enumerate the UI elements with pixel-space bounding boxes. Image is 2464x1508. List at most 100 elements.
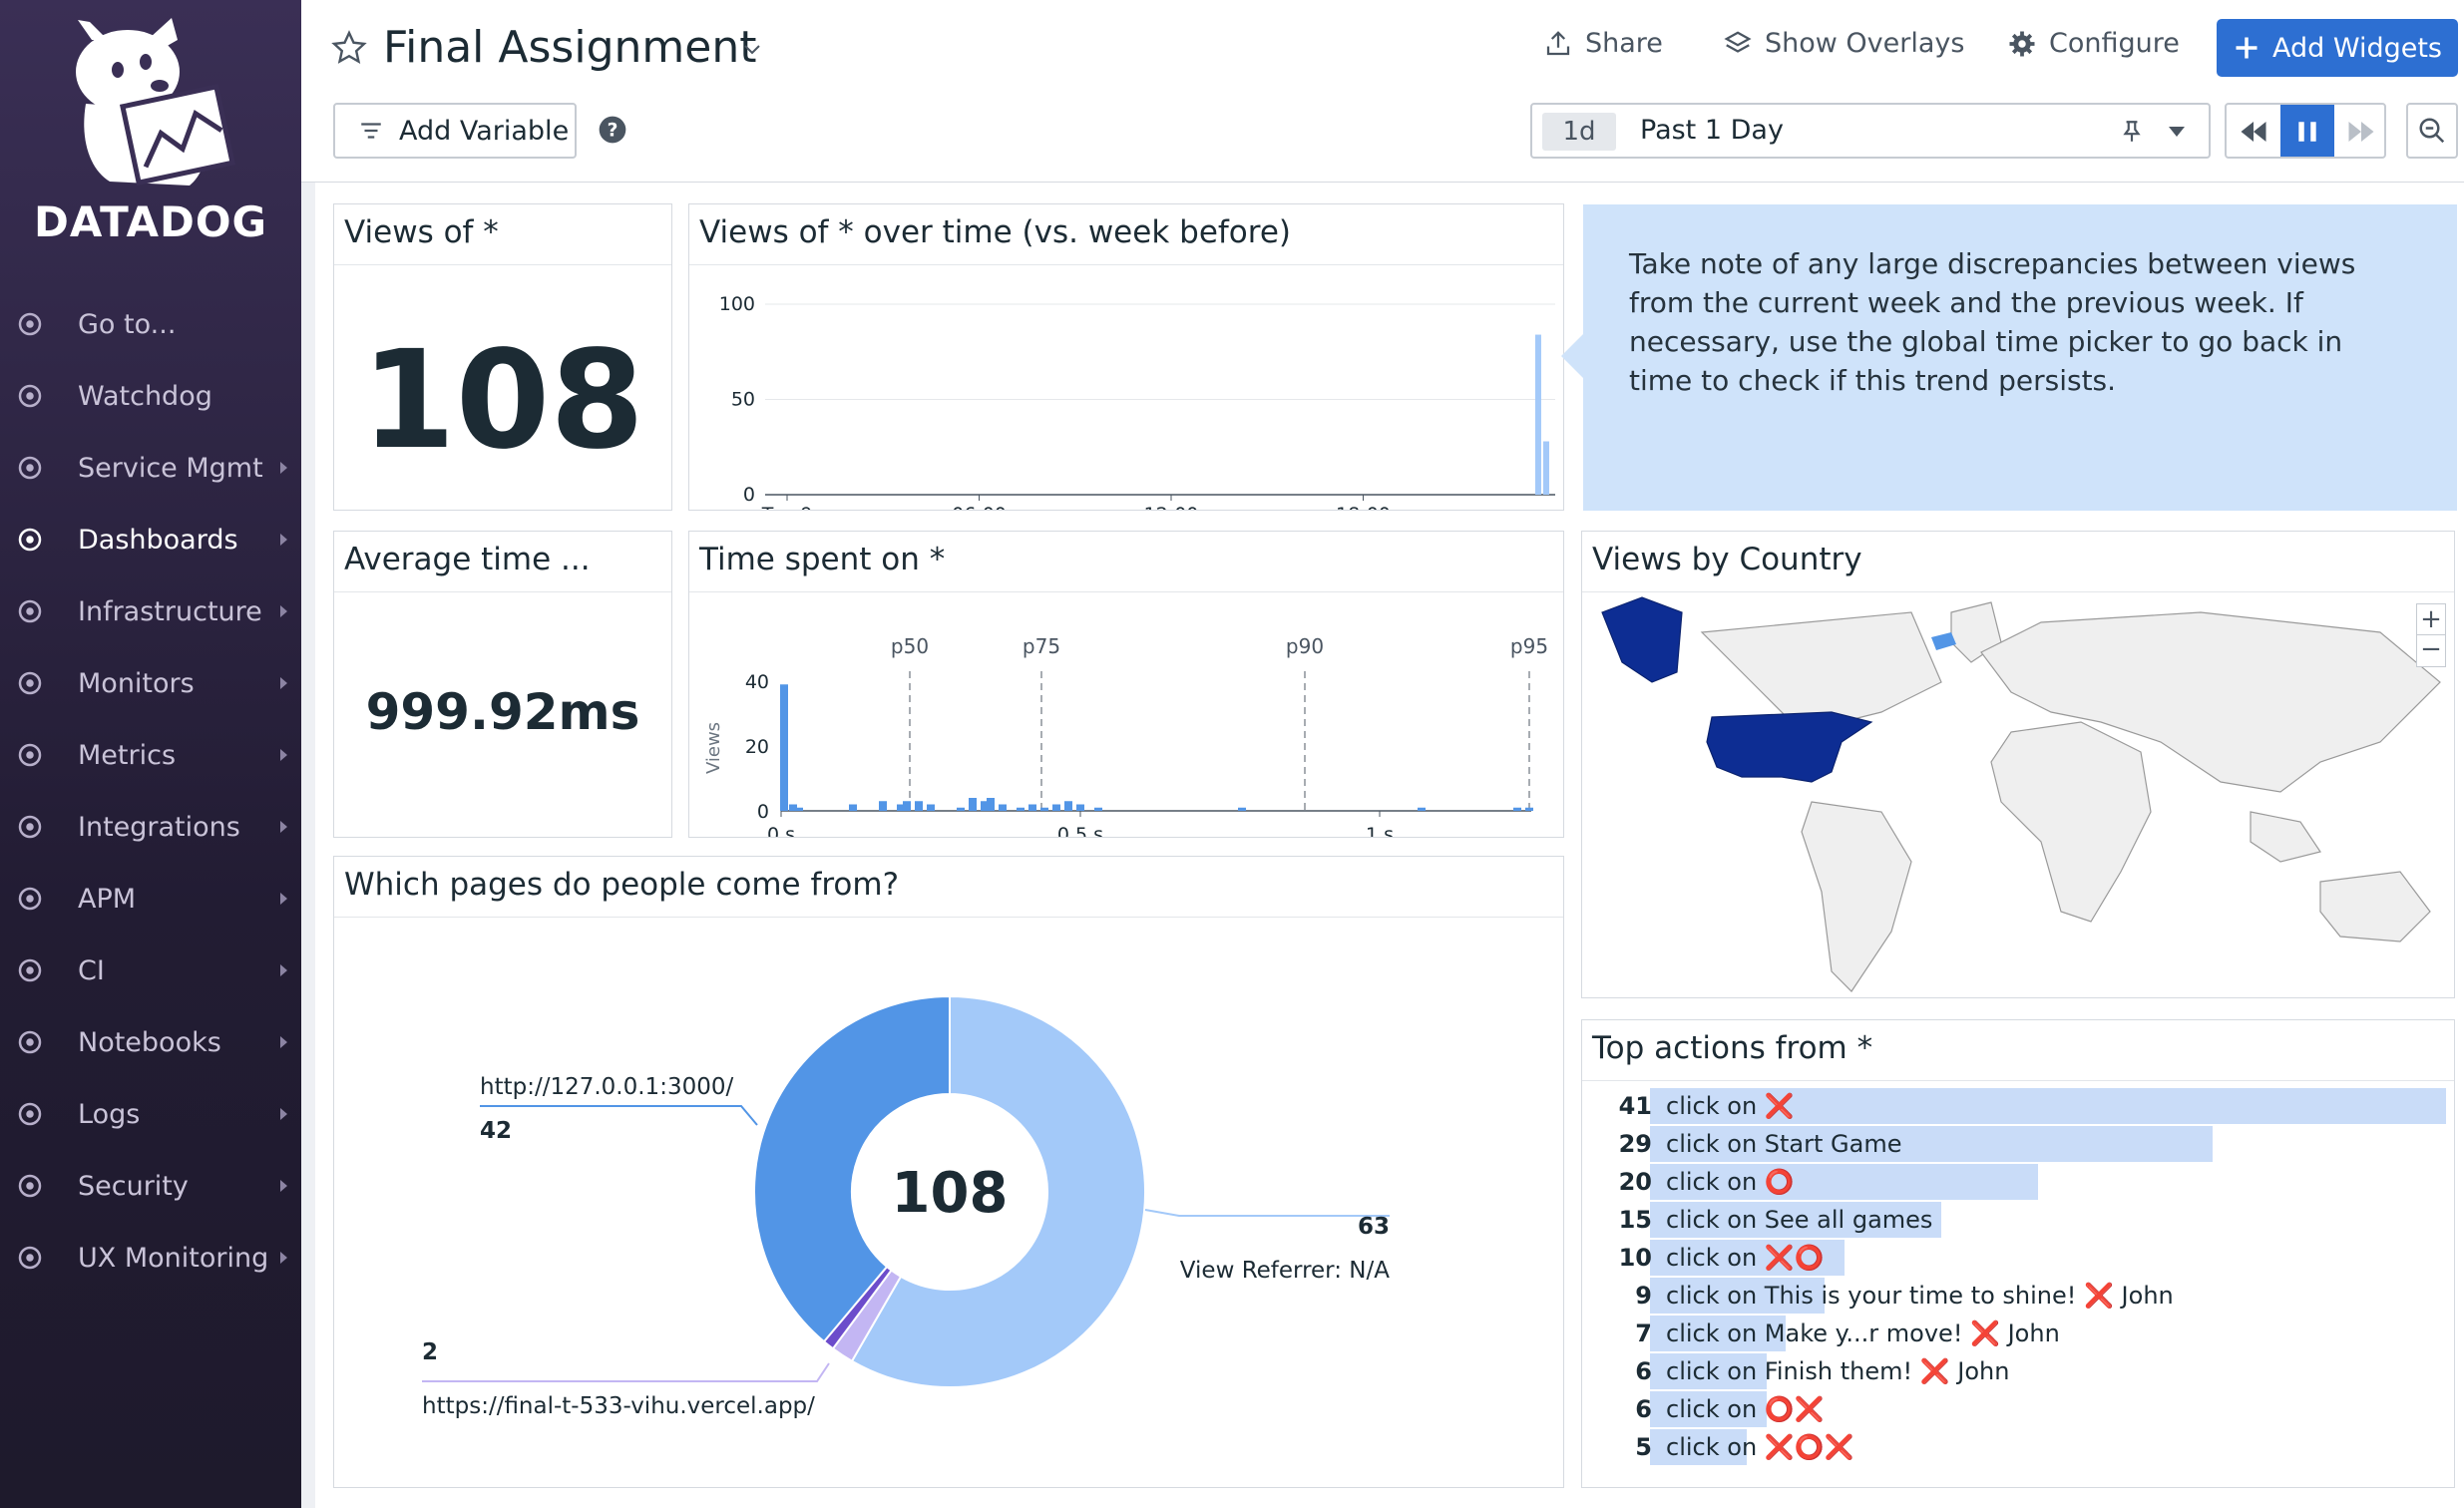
share-icon: [1546, 30, 1570, 55]
star-icon[interactable]: [331, 30, 367, 66]
pause-button[interactable]: [2280, 105, 2334, 157]
top-action-label: click on ❌⭕❌: [1666, 1433, 1853, 1461]
pin-icon[interactable]: [2119, 117, 2145, 147]
playback-controls: [2225, 103, 2386, 159]
chevron-right-icon: [280, 1180, 287, 1192]
puzzle-icon: [14, 811, 46, 843]
top-action-row[interactable]: 9 click on This is your time to shine! ❌ …: [1582, 1278, 2456, 1314]
sidebar-item-apm[interactable]: APM: [0, 869, 301, 929]
histogram-bar: [1238, 807, 1246, 811]
top-action-count: 41: [1618, 1092, 1652, 1120]
map-zoom-controls: + −: [2416, 603, 2446, 667]
avg-time-value: 999.92ms: [365, 683, 640, 741]
sidebar-item-security[interactable]: Security: [0, 1156, 301, 1216]
sidebar-item-label: Service Mgmt: [78, 452, 263, 484]
help-icon[interactable]: ?: [597, 114, 628, 146]
slice-label: https://final-t-533-vihu.vercel.app/: [422, 1393, 815, 1419]
share-button[interactable]: Share: [1543, 28, 1663, 59]
sidebar-item-infrastructure[interactable]: Infrastructure: [0, 581, 301, 641]
widget-average-time[interactable]: Average time ... 999.92ms: [333, 531, 672, 838]
zoom-out-button[interactable]: [2406, 103, 2458, 159]
chevron-down-icon[interactable]: [740, 38, 764, 62]
top-action-label: click on ❌⭕: [1666, 1244, 1825, 1272]
time-picker[interactable]: 1d Past 1 Day: [1530, 103, 2211, 159]
svg-text:?: ?: [608, 121, 618, 142]
widget-views-over-time[interactable]: Views of * over time (vs. week before) 1…: [688, 203, 1564, 511]
percentile-label: p75: [1023, 634, 1060, 658]
widget-time-spent[interactable]: Time spent on * 40 20 0 Views 0 s 0.5 s 1 s p50…: [688, 531, 1564, 838]
rewind-icon[interactable]: [2239, 119, 2268, 145]
fast-forward-icon[interactable]: [2346, 119, 2376, 145]
top-action-row[interactable]: 20 click on ⭕: [1582, 1164, 2456, 1200]
sidebar-item-label: Security: [78, 1170, 189, 1202]
map-zoom-out-button[interactable]: −: [2417, 635, 2445, 666]
widget-views-by-country[interactable]: Views by Country + −: [1581, 531, 2455, 998]
world-map[interactable]: [1582, 592, 2455, 998]
add-variable-label: Add Variable: [399, 115, 570, 147]
sidebar-item-ux-monitoring[interactable]: UX Monitoring: [0, 1228, 301, 1288]
sidebar-item-watchdog[interactable]: Watchdog: [0, 366, 301, 426]
y-tick-label: 100: [719, 293, 755, 315]
chart-area-icon: [14, 524, 46, 556]
pause-icon: [2298, 122, 2316, 142]
chevron-right-icon: [280, 1108, 287, 1120]
top-action-row[interactable]: 7 click on Make y...r move! ❌ John: [1582, 1316, 2456, 1351]
top-action-text: click on Make y...r move!: [1666, 1320, 1971, 1347]
binoculars-icon: [14, 380, 46, 412]
sidebar-item-logs[interactable]: Logs: [0, 1084, 301, 1144]
widget-top-actions[interactable]: Top actions from * 41 click on ❌ 29 click o…: [1581, 1019, 2455, 1488]
configure-button[interactable]: Configure: [2007, 28, 2180, 59]
gauge-icon: [14, 739, 46, 771]
top-action-row[interactable]: 6 click on ⭕❌: [1582, 1391, 2456, 1427]
top-action-text: click on: [1666, 1433, 1765, 1461]
histogram-bar: [999, 804, 1007, 811]
top-action-row[interactable]: 10 click on ❌⭕: [1582, 1240, 2456, 1276]
widget-title: Top actions from *: [1592, 1030, 1873, 1066]
sidebar-item-monitors[interactable]: Monitors: [0, 653, 301, 713]
top-action-row[interactable]: 41 click on ❌: [1582, 1088, 2456, 1124]
top-action-label: click on Finish them! ❌ John: [1666, 1357, 2009, 1385]
slice-value: 42: [480, 1118, 512, 1144]
layers-icon: [1724, 30, 1752, 53]
add-variable-button[interactable]: Add Variable: [333, 103, 577, 159]
sidebar-item-service-mgmt[interactable]: Service Mgmt: [0, 438, 301, 498]
add-widgets-button[interactable]: Add Widgets: [2217, 19, 2458, 77]
sidebar-item-metrics[interactable]: Metrics: [0, 725, 301, 785]
brand-name: DATADOG: [33, 197, 268, 246]
histogram-bar: [915, 801, 923, 811]
top-action-text: click on Finish them!: [1666, 1357, 1920, 1385]
sidebar-item-go-to[interactable]: Go to...: [0, 294, 301, 354]
widget-referrer-pages[interactable]: Which pages do people come from? 108 View…: [333, 856, 1564, 1488]
sidebar-item-label: Watchdog: [78, 380, 212, 412]
datadog-logo[interactable]: DATADOG: [0, 0, 301, 269]
map-zoom-in-button[interactable]: +: [2417, 604, 2445, 635]
ci-icon: [14, 954, 46, 986]
histogram-bar: [987, 798, 995, 811]
show-overlays-button[interactable]: Show Overlays: [1723, 28, 1964, 59]
plus-icon: [2236, 37, 2258, 59]
histogram-bar: [849, 804, 857, 811]
usa-shape: [1706, 711, 1873, 783]
top-action-label: click on Start Game: [1666, 1130, 1901, 1158]
y-tick-label: 40: [745, 671, 769, 693]
sidebar-item-integrations[interactable]: Integrations: [0, 797, 301, 857]
histogram-bar: [1076, 804, 1084, 811]
sidebar-item-ci[interactable]: CI: [0, 941, 301, 1000]
sidebar-item-notebooks[interactable]: Notebooks: [0, 1012, 301, 1072]
widget-views[interactable]: Views of * 108: [333, 203, 672, 511]
sidebar-item-label: Logs: [78, 1098, 141, 1130]
top-action-row[interactable]: 29 click on Start Game: [1582, 1126, 2456, 1162]
top-action-row[interactable]: 6 click on Finish them! ❌ John: [1582, 1353, 2456, 1389]
shield-icon: [14, 1170, 46, 1202]
top-action-row[interactable]: 5 click on ❌⭕❌: [1582, 1429, 2456, 1465]
top-action-text: click on See all games: [1666, 1206, 1933, 1234]
list-icon: [14, 452, 46, 484]
caret-down-icon[interactable]: [2167, 125, 2187, 139]
x-tick-label: 18:00: [1336, 504, 1391, 510]
sidebar-item-dashboards[interactable]: Dashboards: [0, 510, 301, 569]
top-action-row[interactable]: 15 click on See all games: [1582, 1202, 2456, 1238]
share-label: Share: [1585, 28, 1663, 59]
top-action-mark: ❌: [1970, 1320, 2000, 1347]
radar-icon: [14, 667, 46, 699]
y-axis-label: Views: [703, 722, 724, 774]
